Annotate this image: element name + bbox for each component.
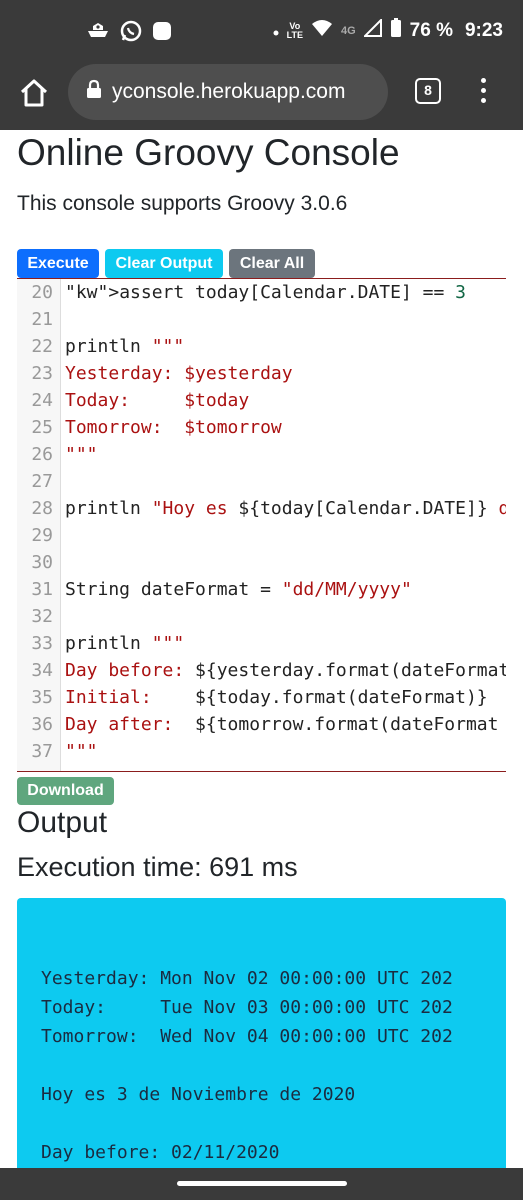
line-number: 22 — [31, 336, 53, 357]
line-number: 30 — [31, 552, 53, 573]
line-number: 27 — [31, 471, 53, 492]
gesture-nav-bar — [0, 1168, 523, 1200]
code-text: """ — [65, 741, 98, 762]
page-title: Online Groovy Console — [17, 132, 400, 173]
code-line[interactable]: 22 println """ — [17, 333, 506, 360]
line-number: 23 — [31, 363, 53, 384]
line-number: 34 — [31, 660, 53, 681]
code-text: "kw">assert today[Calendar.DATE] == 3 — [65, 282, 466, 303]
code-text: Yesterday: $yesterday — [65, 363, 293, 384]
code-text: Day after: ${tomorrow.format(dateFormat — [65, 714, 499, 735]
code-line[interactable]: 25 Tomorrow: $tomorrow — [17, 414, 506, 441]
code-line[interactable]: 36 Day after: ${tomorrow.format(dateForma… — [17, 711, 506, 738]
line-number: 25 — [31, 417, 53, 438]
line-number: 28 — [31, 498, 53, 519]
code-text: println """ — [65, 633, 185, 654]
line-number: 24 — [31, 390, 53, 411]
code-line[interactable]: 26 """ — [17, 441, 506, 468]
code-line[interactable]: 23 Yesterday: $yesterday — [17, 360, 506, 387]
whatsapp-icon — [120, 20, 142, 47]
output-line: Today: Tue Nov 03 00:00:00 UTC 202 — [41, 997, 453, 1018]
code-line[interactable]: 33 println """ — [17, 630, 506, 657]
signal-icon — [362, 17, 382, 43]
dot-icon — [273, 20, 279, 42]
boat-icon — [86, 22, 110, 45]
home-button[interactable] — [18, 77, 50, 109]
tab-switcher-button[interactable]: 8 — [415, 78, 441, 104]
address-bar[interactable]: yconsole.herokuapp.com — [68, 64, 388, 120]
code-line[interactable]: 32 — [17, 603, 506, 630]
line-number: 32 — [31, 606, 53, 627]
battery-percent: 76 % — [409, 20, 453, 41]
output-line: Tomorrow: Wed Nov 04 00:00:00 UTC 202 — [41, 1026, 453, 1047]
code-text: String dateFormat = "dd/MM/yyyy" — [65, 579, 412, 600]
notification-icons — [86, 20, 182, 47]
clock: 9:23 — [464, 20, 503, 41]
more-options-icon[interactable] — [474, 78, 492, 106]
download-button[interactable]: Download — [17, 777, 114, 805]
code-line[interactable]: 37 """ — [17, 738, 506, 765]
code-line[interactable]: 29 — [17, 522, 506, 549]
code-line[interactable]: 20 "kw">assert today[Calendar.DATE] == 3 — [17, 279, 506, 306]
line-number: 21 — [31, 309, 53, 330]
home-gesture-handle[interactable] — [177, 1181, 347, 1186]
line-number: 20 — [31, 282, 53, 303]
line-number: 36 — [31, 714, 53, 735]
browser-toolbar: yconsole.herokuapp.com 8 — [0, 62, 523, 130]
line-number: 37 — [31, 741, 53, 762]
code-line[interactable]: 35 Initial: ${today.format(dateFormat)} — [17, 684, 506, 711]
line-number: 31 — [31, 579, 53, 600]
code-line[interactable]: 27 — [17, 468, 506, 495]
code-line[interactable]: 31 String dateFormat = "dd/MM/yyyy" — [17, 576, 506, 603]
code-line[interactable]: 28 println "Hoy es ${today[Calendar.DATE]… — [17, 495, 506, 522]
code-line[interactable]: 34 Day before: ${yesterday.format(dateFor… — [17, 657, 506, 684]
execution-time: Execution time: 691 ms — [17, 852, 298, 882]
code-text: Tomorrow: $tomorrow — [65, 417, 282, 438]
clear-output-button[interactable]: Clear Output — [105, 249, 223, 278]
line-number: 33 — [31, 633, 53, 654]
line-number: 26 — [31, 444, 53, 465]
execute-button[interactable]: Execute — [17, 249, 99, 278]
clear-all-button[interactable]: Clear All — [229, 249, 315, 278]
line-number: 35 — [31, 687, 53, 708]
code-text: Initial: ${today.format(dateFormat)} — [65, 687, 488, 708]
code-line[interactable]: 21 — [17, 306, 506, 333]
output-line: Yesterday: Mon Nov 02 00:00:00 UTC 202 — [41, 968, 453, 989]
output-panel: Yesterday: Mon Nov 02 00:00:00 UTC 202 To… — [17, 898, 506, 1200]
code-line[interactable]: 30 — [17, 549, 506, 576]
output-heading: Output — [17, 806, 108, 839]
url-text: yconsole.herokuapp.com — [112, 80, 346, 103]
code-text: Day before: ${yesterday.format(dateForma… — [65, 660, 506, 681]
code-text: """ — [65, 444, 98, 465]
square-app-icon — [152, 21, 172, 46]
output-line: Hoy es 3 de Noviembre de 2020 — [41, 1084, 356, 1105]
page-subtitle: This console supports Groovy 3.0.6 — [17, 192, 348, 215]
wifi-icon — [311, 19, 333, 43]
status-bar: Vo LTE 4G 76 % 9:23 — [0, 0, 523, 62]
code-editor[interactable]: 20 "kw">assert today[Calendar.DATE] == 32… — [17, 278, 506, 772]
battery-icon — [390, 18, 402, 44]
output-line: Day before: 02/11/2020 — [41, 1142, 280, 1163]
code-text: println """ — [65, 336, 185, 357]
code-text: println "Hoy es ${today[Calendar.DATE]} … — [65, 498, 506, 519]
code-text: Today: $today — [65, 390, 250, 411]
network-type-label: 4G — [340, 25, 356, 37]
home-icon — [18, 79, 50, 113]
code-line[interactable]: 24 Today: $today — [17, 387, 506, 414]
lock-icon — [86, 79, 102, 105]
volte-icon: Vo LTE — [286, 21, 303, 40]
line-number: 29 — [31, 525, 53, 546]
system-status: Vo LTE 4G 76 % 9:23 — [273, 17, 503, 44]
